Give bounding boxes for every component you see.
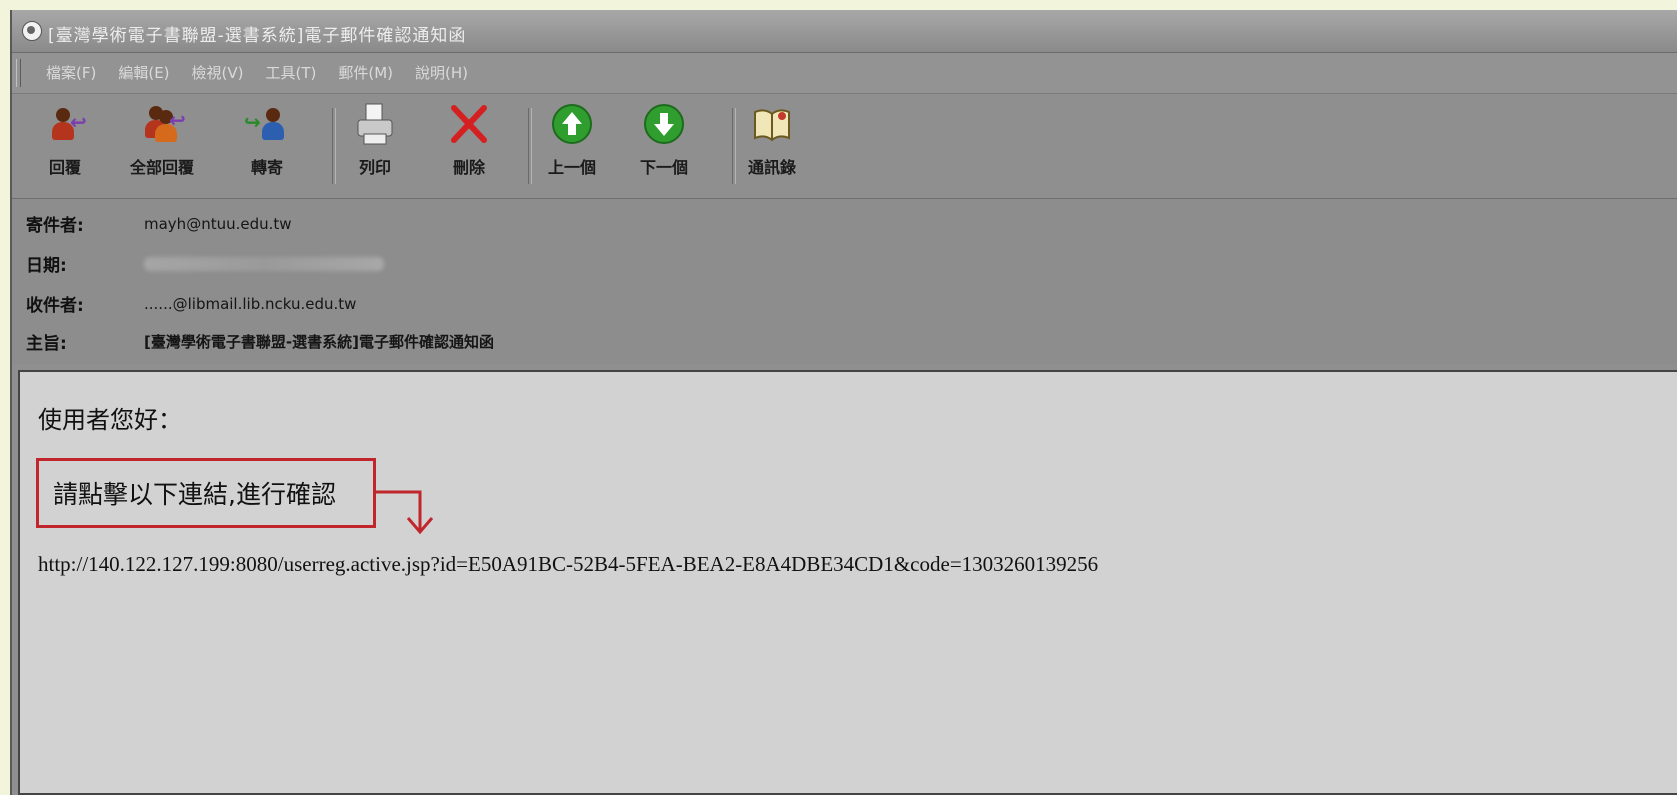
toolbar-separator xyxy=(732,108,736,184)
menu-mail[interactable]: 郵件(M) xyxy=(338,62,393,83)
menubar-grip xyxy=(16,59,21,87)
previous-label: 上一個 xyxy=(548,158,597,177)
date-label: 日期: xyxy=(26,256,67,276)
date-value-redacted xyxy=(144,256,384,271)
next-button[interactable]: 下一個 xyxy=(640,102,688,194)
forward-label: 轉寄 xyxy=(250,158,283,177)
toolbar: ↩ 回覆 ↩ 全部回覆 ↪ 轉寄 列印 刪除 上一個 下一個 通訊錄 xyxy=(12,94,1677,199)
greeting-text: 使用者您好： xyxy=(38,406,182,434)
window-title: [臺灣學術電子書聯盟-選書系統]電子郵件確認通知函 xyxy=(48,26,467,46)
reply-icon: ↩ xyxy=(42,102,88,148)
menu-view[interactable]: 檢視(V) xyxy=(192,62,244,83)
red-arrow-icon xyxy=(376,490,434,535)
menu-bar: 檔案(F) 編輯(E) 檢視(V) 工具(T) 郵件(M) 說明(H) xyxy=(12,53,1677,94)
subject-value: [臺灣學術電子書聯盟-選書系統]電子郵件確認通知函 xyxy=(144,333,494,351)
instruction-callout: 請點擊以下連結,進行確認 xyxy=(36,458,376,528)
print-button[interactable]: 列印 xyxy=(352,102,398,194)
instruction-text: 請點擊以下連結,進行確認 xyxy=(53,480,336,509)
reply-all-button[interactable]: ↩ 全部回覆 xyxy=(130,102,194,194)
menu-file[interactable]: 檔案(F) xyxy=(46,62,96,83)
message-body: 使用者您好： 請點擊以下連結,進行確認 http://140.122.127.1… xyxy=(18,370,1677,795)
menu-help[interactable]: 說明(H) xyxy=(415,62,468,83)
address-book-icon xyxy=(749,102,795,148)
forward-button[interactable]: ↪ 轉寄 xyxy=(244,102,290,194)
reply-all-icon: ↩ xyxy=(139,102,186,148)
subject-row: 主旨: [臺灣學術電子書聯盟-選書系統]電子郵件確認通知函 xyxy=(26,329,494,354)
reply-button[interactable]: ↩ 回覆 xyxy=(42,102,88,194)
reply-all-label: 全部回覆 xyxy=(130,158,195,177)
from-value[interactable]: mayh@ntuu.edu.tw xyxy=(144,215,292,233)
subject-label: 主旨: xyxy=(26,334,67,354)
forward-icon: ↪ xyxy=(244,102,290,148)
delete-label: 刪除 xyxy=(452,158,485,177)
from-row: 寄件者: mayh@ntuu.edu.tw xyxy=(26,211,292,237)
print-label: 列印 xyxy=(358,158,391,177)
delete-x-icon xyxy=(446,102,492,148)
menu-tools[interactable]: 工具(T) xyxy=(266,62,317,83)
address-book-label: 通訊錄 xyxy=(748,158,797,177)
to-row: 收件者: ......@libmail.lib.ncku.edu.tw xyxy=(26,291,356,317)
email-window: [臺灣學術電子書聯盟-選書系統]電子郵件確認通知函 檔案(F) 編輯(E) 檢視… xyxy=(10,10,1677,795)
message-header: 寄件者: mayh@ntuu.edu.tw 日期: 收件者: ......@li… xyxy=(12,199,1677,364)
reply-label: 回覆 xyxy=(48,158,81,177)
printer-icon xyxy=(352,102,398,148)
to-label: 收件者: xyxy=(26,296,84,316)
next-label: 下一個 xyxy=(640,158,689,177)
confirmation-link[interactable]: http://140.122.127.199:8080/userreg.acti… xyxy=(38,552,1098,577)
mail-app-icon xyxy=(22,21,42,41)
delete-button[interactable]: 刪除 xyxy=(446,102,492,194)
toolbar-separator xyxy=(528,108,532,184)
title-bar: [臺灣學術電子書聯盟-選書系統]電子郵件確認通知函 xyxy=(12,10,1677,53)
to-value[interactable]: ......@libmail.lib.ncku.edu.tw xyxy=(144,295,356,313)
toolbar-separator xyxy=(332,108,336,184)
up-arrow-icon xyxy=(549,102,595,148)
previous-button[interactable]: 上一個 xyxy=(548,102,596,194)
date-row: 日期: xyxy=(26,251,384,276)
from-label: 寄件者: xyxy=(26,216,84,236)
down-arrow-icon xyxy=(641,102,687,148)
menu-edit[interactable]: 編輯(E) xyxy=(118,62,169,83)
address-book-button[interactable]: 通訊錄 xyxy=(748,102,796,194)
